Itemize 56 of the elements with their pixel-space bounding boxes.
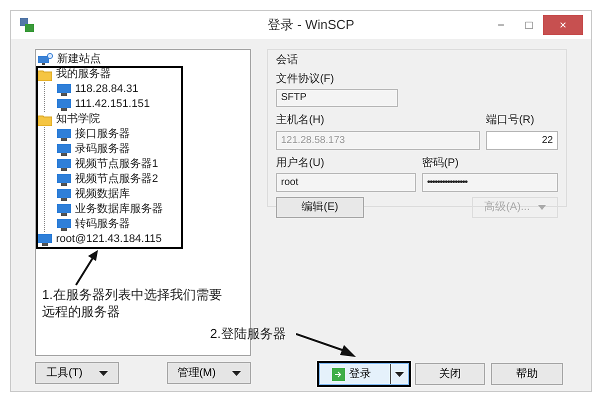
monitor-icon	[57, 98, 71, 110]
tree-item[interactable]: 视频节点服务器1	[75, 159, 158, 170]
login-icon	[332, 368, 345, 380]
maximize-button[interactable]: □	[515, 15, 543, 35]
caret-icon	[98, 370, 108, 376]
tree-item[interactable]: 视频数据库	[75, 189, 130, 200]
tree-item[interactable]: 111.42.151.151	[75, 99, 150, 110]
annotation-text: 2.登陆服务器	[210, 325, 286, 343]
password-field[interactable]: ••••••••••••••••	[422, 173, 558, 192]
tree-item[interactable]: root@121.43.184.115	[56, 234, 162, 245]
caret-icon	[538, 205, 546, 210]
close-dialog-button[interactable]: 关闭	[415, 363, 485, 385]
tree-item[interactable]: 转码服务器	[75, 219, 130, 230]
tree-item[interactable]: 业务数据库服务器	[75, 204, 163, 215]
manage-button[interactable]: 管理(M)	[167, 362, 251, 384]
help-button[interactable]: 帮助	[491, 363, 563, 385]
window-title: 登录 - WinSCP	[266, 16, 356, 34]
login-button[interactable]: 登录	[319, 363, 409, 385]
username-field[interactable]: root	[276, 173, 416, 192]
field-label: 端口号(R)	[486, 113, 536, 128]
close-button[interactable]: ×	[543, 15, 583, 35]
app-icon	[19, 17, 35, 33]
field-label: 文件协议(F)	[276, 72, 336, 86]
tree-item[interactable]: 新建站点	[57, 54, 101, 65]
tree-item[interactable]: 知书学院	[56, 114, 100, 125]
tree-item[interactable]: 接口服务器	[75, 129, 130, 140]
folder-icon	[38, 114, 52, 126]
monitor-icon	[57, 158, 71, 170]
minimize-button[interactable]: −	[487, 15, 515, 35]
monitor-icon	[57, 128, 71, 140]
caret-icon	[232, 370, 241, 376]
arrow	[296, 333, 358, 359]
monitor-icon	[57, 218, 71, 230]
annotation-text: 1.在服务器列表中选择我们需要远程的服务器	[42, 286, 223, 320]
port-field[interactable]: 22	[486, 130, 558, 150]
field-label: 用户名(U)	[276, 156, 326, 170]
field-label: 密码(P)	[422, 156, 459, 170]
monitor-icon	[57, 144, 71, 156]
tree-item[interactable]: 118.28.84.31	[75, 84, 138, 95]
protocol-field[interactable]: SFTP	[276, 89, 398, 107]
arrow	[74, 250, 100, 286]
edit-button[interactable]: 编辑(E)	[276, 197, 364, 218]
group-title: 会话	[276, 53, 299, 68]
monitor-icon	[57, 204, 71, 216]
monitor-icon	[57, 188, 71, 200]
folder-icon	[38, 68, 52, 80]
tree-item[interactable]: 录码服务器	[75, 144, 130, 155]
monitor-icon	[57, 174, 71, 186]
tree-item[interactable]: 我的服务器	[56, 69, 111, 80]
field-label: 主机名(H)	[276, 112, 326, 128]
monitor-icon	[38, 234, 52, 246]
computer-add-icon	[38, 53, 53, 66]
monitor-icon	[57, 84, 71, 96]
tools-button[interactable]: 工具(T)	[35, 362, 119, 384]
tree-item[interactable]: 视频节点服务器2	[75, 174, 158, 185]
caret-icon	[395, 372, 404, 376]
